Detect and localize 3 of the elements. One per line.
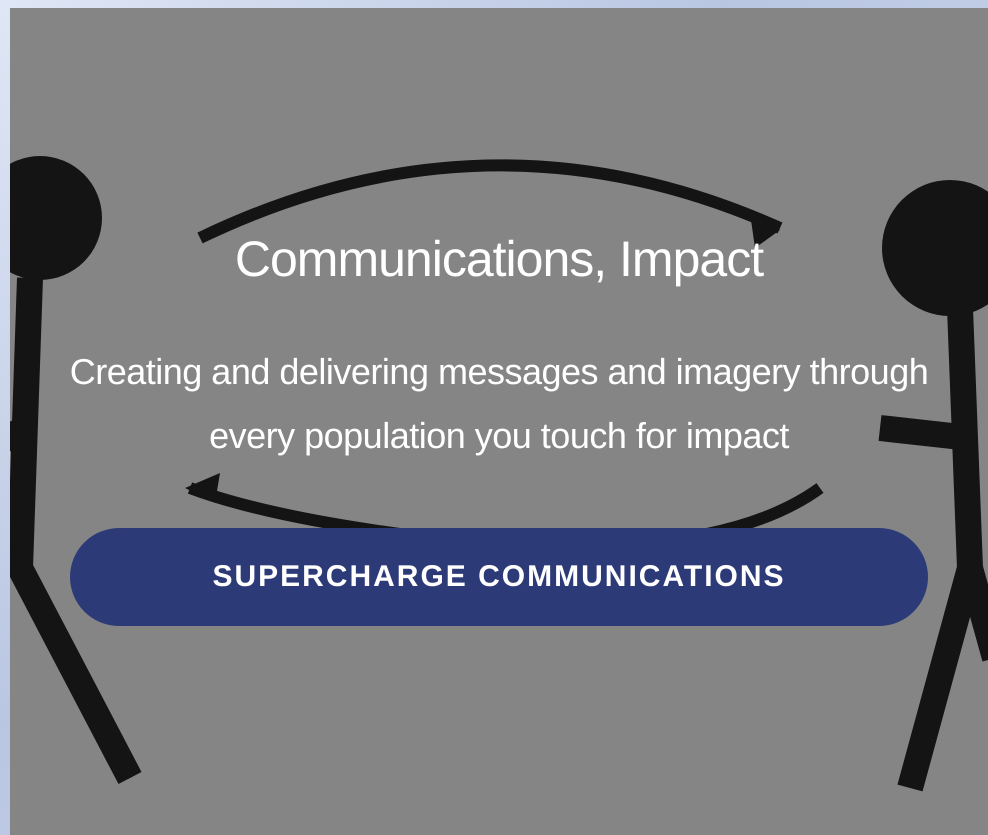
supercharge-button[interactable]: SUPERCHARGE COMMUNICATIONS [70, 528, 928, 626]
card-description: Creating and delivering messages and imagery through every population you touch for impact [68, 350, 930, 458]
card-title: Communications, Impact [234, 230, 764, 288]
